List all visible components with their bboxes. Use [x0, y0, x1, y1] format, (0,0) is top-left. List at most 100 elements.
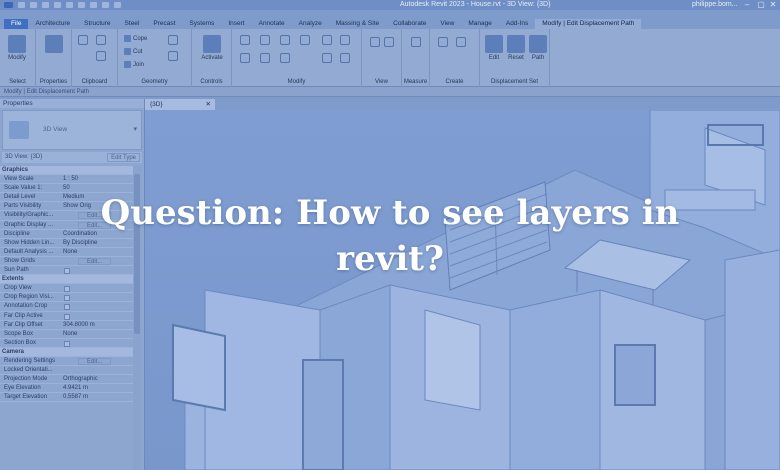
modify-button[interactable]: Modify [5, 35, 29, 61]
chevron-down-icon[interactable]: ▾ [133, 125, 137, 133]
delete-icon[interactable] [340, 53, 350, 63]
property-value[interactable]: 304.8000 m [63, 321, 95, 329]
tab-collaborate[interactable]: Collaborate [386, 19, 433, 29]
measure-tool-icon[interactable] [411, 37, 421, 47]
3d-view-icon[interactable] [102, 2, 109, 8]
create-assembly-icon[interactable] [438, 37, 448, 47]
close-window-button[interactable]: ✕ [766, 0, 780, 10]
tab-add-ins[interactable]: Add-Ins [499, 19, 535, 29]
mirror-draw-icon[interactable] [300, 35, 310, 45]
property-checkbox[interactable] [64, 313, 70, 320]
properties-button[interactable] [42, 35, 66, 55]
property-row[interactable]: Scope Box None [0, 330, 133, 339]
open-icon[interactable] [18, 2, 25, 8]
property-row[interactable]: Annotation Crop [0, 302, 133, 312]
property-row[interactable]: Rendering Settings Edit... [0, 357, 133, 367]
property-row[interactable]: Projection Mode Orthographic [0, 375, 133, 385]
save-icon[interactable] [30, 2, 37, 8]
paste-icon[interactable] [78, 35, 88, 45]
split-icon[interactable] [322, 35, 332, 45]
type-selector[interactable]: 3D View ▾ [2, 110, 142, 150]
modify-label: Modify [8, 55, 26, 61]
tab-systems[interactable]: Systems [182, 19, 221, 29]
tab-file[interactable]: File [4, 19, 29, 29]
tab-steel[interactable]: Steel [118, 19, 147, 29]
tab-modify-edit-displacement-path[interactable]: Modify | Edit Displacement Path [535, 19, 642, 29]
close-icon[interactable]: ✕ [206, 99, 211, 110]
property-row[interactable]: Crop Region Visi... [0, 293, 133, 303]
array-icon[interactable] [322, 53, 332, 63]
property-checkbox[interactable] [64, 286, 70, 293]
copy-element-icon[interactable] [260, 53, 270, 63]
property-checkbox[interactable] [64, 340, 70, 347]
tab-analyze[interactable]: Analyze [292, 19, 329, 29]
edit-displacement-button[interactable]: Edit [482, 35, 506, 61]
measure-icon[interactable] [78, 2, 85, 8]
offset-icon[interactable] [260, 35, 270, 45]
tab-insert[interactable]: Insert [221, 19, 251, 29]
property-checkbox[interactable] [64, 304, 70, 311]
property-checkbox[interactable] [64, 295, 70, 302]
property-name: Default Analysis ... [4, 248, 54, 255]
property-value[interactable]: Orthographic [63, 375, 98, 383]
property-value[interactable]: 4.9421 m [63, 384, 88, 392]
property-row[interactable]: Crop View [0, 284, 133, 294]
property-row[interactable]: Target Elevation 0.5587 m [0, 393, 133, 403]
undo-icon[interactable] [42, 2, 49, 8]
property-value[interactable]: None [63, 330, 77, 338]
cut-icon[interactable] [96, 35, 106, 45]
property-name: Sun Path [4, 267, 29, 274]
tab-view[interactable]: View [433, 19, 461, 29]
cope-button[interactable]: Cope [124, 35, 147, 42]
user-name[interactable]: philippe.bom... [692, 1, 738, 8]
property-value[interactable]: 1 : 50 [63, 175, 78, 183]
property-row[interactable]: View Scale 1 : 50 [0, 175, 133, 185]
property-row[interactable]: Far Clip Offset 304.8000 m [0, 321, 133, 330]
create-parts-icon[interactable] [456, 37, 466, 47]
geometry-panel: Cope Cut Join Geometry [118, 29, 192, 87]
tab-annotate[interactable]: Annotate [252, 19, 292, 29]
edit-type-button[interactable]: Edit Type [107, 153, 140, 162]
redo-icon[interactable] [54, 2, 61, 8]
tab-architecture[interactable]: Architecture [28, 19, 77, 29]
view-tab-3d[interactable]: {3D} ✕ [145, 99, 215, 110]
print-icon[interactable] [66, 2, 73, 8]
revit-logo-icon[interactable] [4, 2, 13, 8]
rotate-icon[interactable] [280, 53, 290, 63]
select-panel: Modify Select [0, 29, 36, 87]
property-row[interactable]: Locked Orientati... [0, 366, 133, 376]
tab-massing-site[interactable]: Massing & Site [329, 19, 386, 29]
section-icon[interactable] [114, 2, 121, 8]
copy-icon[interactable] [96, 51, 106, 61]
trim-icon[interactable] [340, 35, 350, 45]
3d-view-canvas[interactable] [145, 110, 780, 470]
join-button[interactable]: Join [124, 61, 144, 68]
property-row[interactable]: Section Box [0, 339, 133, 348]
select-panel-label[interactable]: Select [0, 79, 35, 85]
hide-in-view-icon[interactable] [370, 37, 380, 47]
tab-structure[interactable]: Structure [77, 19, 117, 29]
property-group-label: Camera [2, 348, 25, 355]
text-icon[interactable] [90, 2, 97, 8]
property-group-header[interactable]: Graphics [0, 166, 133, 176]
split-face-icon[interactable] [168, 35, 178, 45]
property-row[interactable]: Eye Elevation 4.9421 m [0, 384, 133, 394]
mirror-axis-icon[interactable] [280, 35, 290, 45]
minimize-button[interactable]: – [740, 0, 754, 10]
reset-displacement-button[interactable]: Reset [504, 35, 528, 61]
reset-displacement-icon [507, 35, 525, 53]
property-group-header[interactable]: Camera [0, 347, 133, 357]
path-button[interactable]: Path [526, 35, 550, 61]
override-graphics-icon[interactable] [384, 37, 394, 47]
cut-geometry-button[interactable]: Cut [124, 48, 142, 55]
property-row[interactable]: Far Clip Active [0, 312, 133, 321]
tab-precast[interactable]: Precast [146, 19, 182, 29]
move-icon[interactable] [240, 53, 250, 63]
property-edit-button[interactable]: Edit... [78, 357, 112, 365]
tab-manage[interactable]: Manage [461, 19, 499, 29]
paint-icon[interactable] [168, 51, 178, 61]
instance-filter[interactable]: 3D View: {3D} Edit Type [2, 152, 142, 163]
align-icon[interactable] [240, 35, 250, 45]
property-value[interactable]: 0.5587 m [63, 393, 88, 401]
activate-button[interactable]: Activate [200, 35, 224, 61]
